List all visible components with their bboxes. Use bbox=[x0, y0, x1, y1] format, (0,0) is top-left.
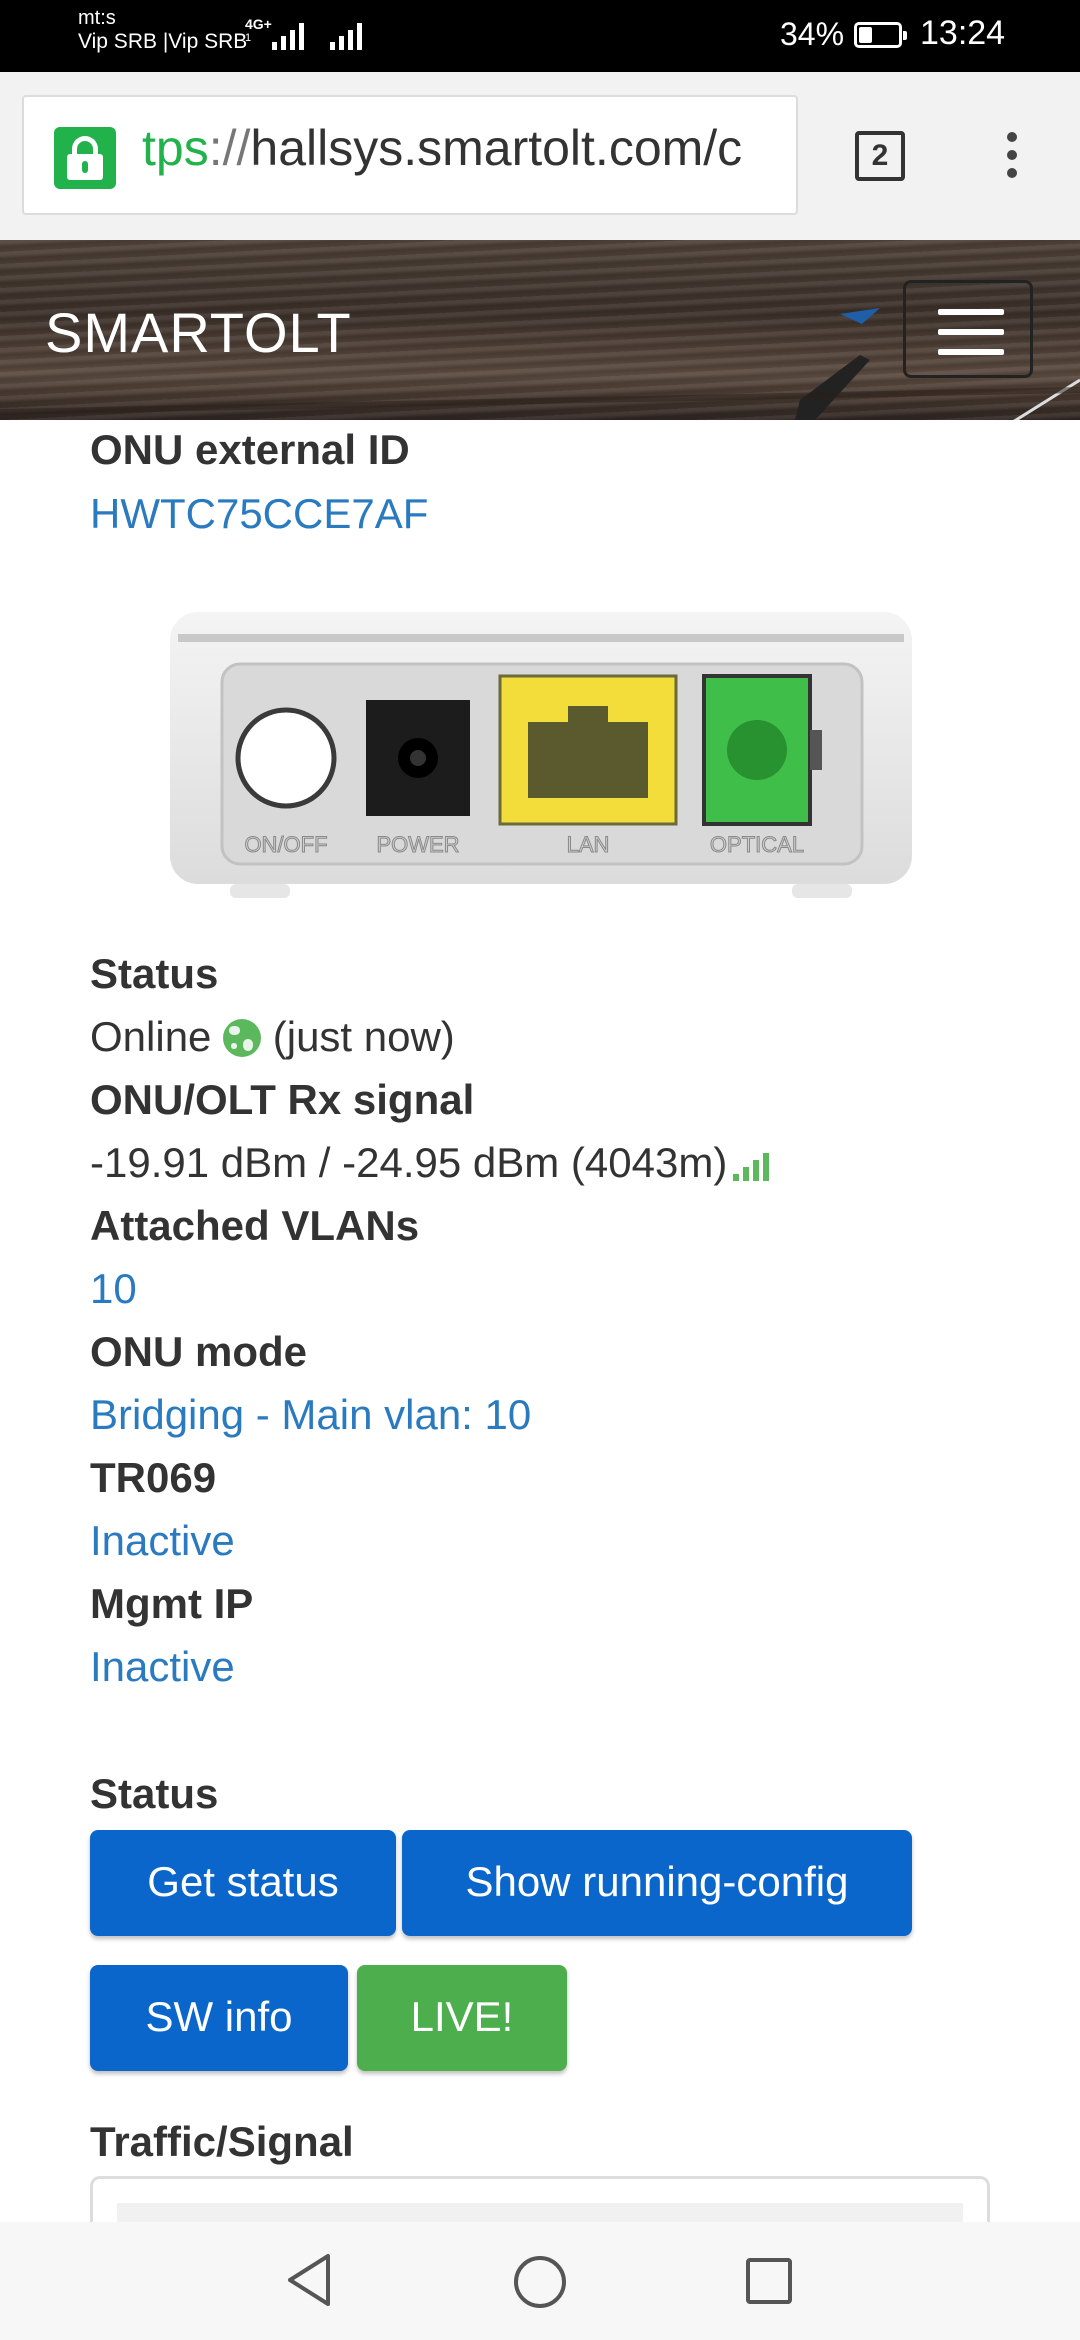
brand-logo[interactable]: SMARTOLT bbox=[45, 300, 352, 365]
url-separator: :// bbox=[208, 120, 251, 176]
onu-device-image: ON/OFF POWER LAN OPTICAL bbox=[170, 612, 912, 898]
external-id-value[interactable]: HWTC75CCE7AF bbox=[90, 490, 428, 538]
lock-icon[interactable] bbox=[54, 127, 116, 189]
get-status-button[interactable]: Get status bbox=[90, 1830, 396, 1936]
vlans-value[interactable]: 10 bbox=[90, 1265, 137, 1313]
status-value: Online bbox=[90, 1013, 212, 1060]
system-status-bar: mt:s Vip SRB |Vip SRB 4G+ 1 34% 13:24 bbox=[0, 0, 1080, 72]
network-type: 4G+ 1 bbox=[245, 16, 272, 44]
status-time: (just now) bbox=[272, 1013, 455, 1060]
carrier-info: mt:s Vip SRB |Vip SRB bbox=[78, 6, 247, 54]
traffic-signal-label: Traffic/Signal bbox=[90, 2118, 354, 2165]
rx-signal-label: ONU/OLT Rx signal bbox=[90, 1076, 475, 1123]
port-label-power: POWER bbox=[376, 832, 459, 857]
url-scheme: tps bbox=[142, 120, 209, 176]
battery-fill bbox=[859, 27, 872, 43]
globe-icon bbox=[223, 1019, 262, 1057]
tr069-label: TR069 bbox=[90, 1454, 217, 1501]
sw-info-button[interactable]: SW info bbox=[90, 1965, 348, 2071]
actions-section-label: Status bbox=[90, 1770, 219, 1817]
hamburger-menu-button[interactable] bbox=[903, 280, 1033, 378]
status-label: Status bbox=[90, 950, 219, 997]
recent-apps-icon[interactable] bbox=[744, 2256, 794, 2306]
tr069-value[interactable]: Inactive bbox=[90, 1517, 235, 1565]
address-bar[interactable]: tps://hallsys.smartolt.com/c bbox=[22, 95, 798, 215]
system-navigation-bar bbox=[0, 2222, 1080, 2340]
mgmt-ip-label: Mgmt IP bbox=[90, 1580, 254, 1627]
onu-mode-value[interactable]: Bridging - Main vlan: 10 bbox=[90, 1391, 531, 1439]
status-row: Online (just now) bbox=[90, 1013, 455, 1061]
home-icon[interactable] bbox=[512, 2254, 568, 2310]
live-button[interactable]: LIVE! bbox=[357, 1965, 567, 2071]
show-running-config-button[interactable]: Show running-config bbox=[402, 1830, 912, 1936]
battery-icon bbox=[854, 22, 907, 48]
carrier-sims: Vip SRB |Vip SRB bbox=[78, 30, 248, 53]
carrier-name: mt:s bbox=[78, 7, 116, 29]
kebab-menu-icon[interactable] bbox=[1006, 132, 1018, 184]
mgmt-ip-value[interactable]: Inactive bbox=[90, 1643, 235, 1691]
url-text[interactable]: tps://hallsys.smartolt.com/c bbox=[142, 119, 742, 177]
port-label-lan: LAN bbox=[567, 832, 610, 857]
vlans-label: Attached VLANs bbox=[90, 1202, 420, 1249]
app-navbar: SMARTOLT bbox=[0, 240, 1080, 420]
onu-mode-label: ONU mode bbox=[90, 1328, 308, 1375]
clock: 13:24 bbox=[920, 14, 1006, 52]
browser-toolbar: tps://hallsys.smartolt.com/c 2 bbox=[0, 72, 1080, 240]
signal-icon bbox=[272, 16, 304, 50]
url-host: hallsys.smartolt.com/c bbox=[250, 120, 743, 176]
battery-percent: 34% bbox=[780, 16, 845, 52]
tab-switcher-button[interactable]: 2 bbox=[855, 131, 905, 181]
port-label-onoff: ON/OFF bbox=[244, 832, 327, 857]
external-id-label: ONU external ID bbox=[90, 426, 410, 473]
network-sub-label: 1 bbox=[245, 32, 252, 44]
back-icon[interactable] bbox=[284, 2252, 334, 2308]
signal-icon bbox=[330, 16, 362, 50]
port-label-optical: OPTICAL bbox=[710, 832, 804, 857]
rx-signal-value: -19.91 dBm / -24.95 dBm (4043m) bbox=[90, 1139, 728, 1186]
rx-signal-row: -19.91 dBm / -24.95 dBm (4043m) bbox=[90, 1139, 770, 1187]
signal-strength-icon bbox=[733, 1147, 770, 1181]
network-type-label: 4G+ bbox=[245, 16, 272, 32]
